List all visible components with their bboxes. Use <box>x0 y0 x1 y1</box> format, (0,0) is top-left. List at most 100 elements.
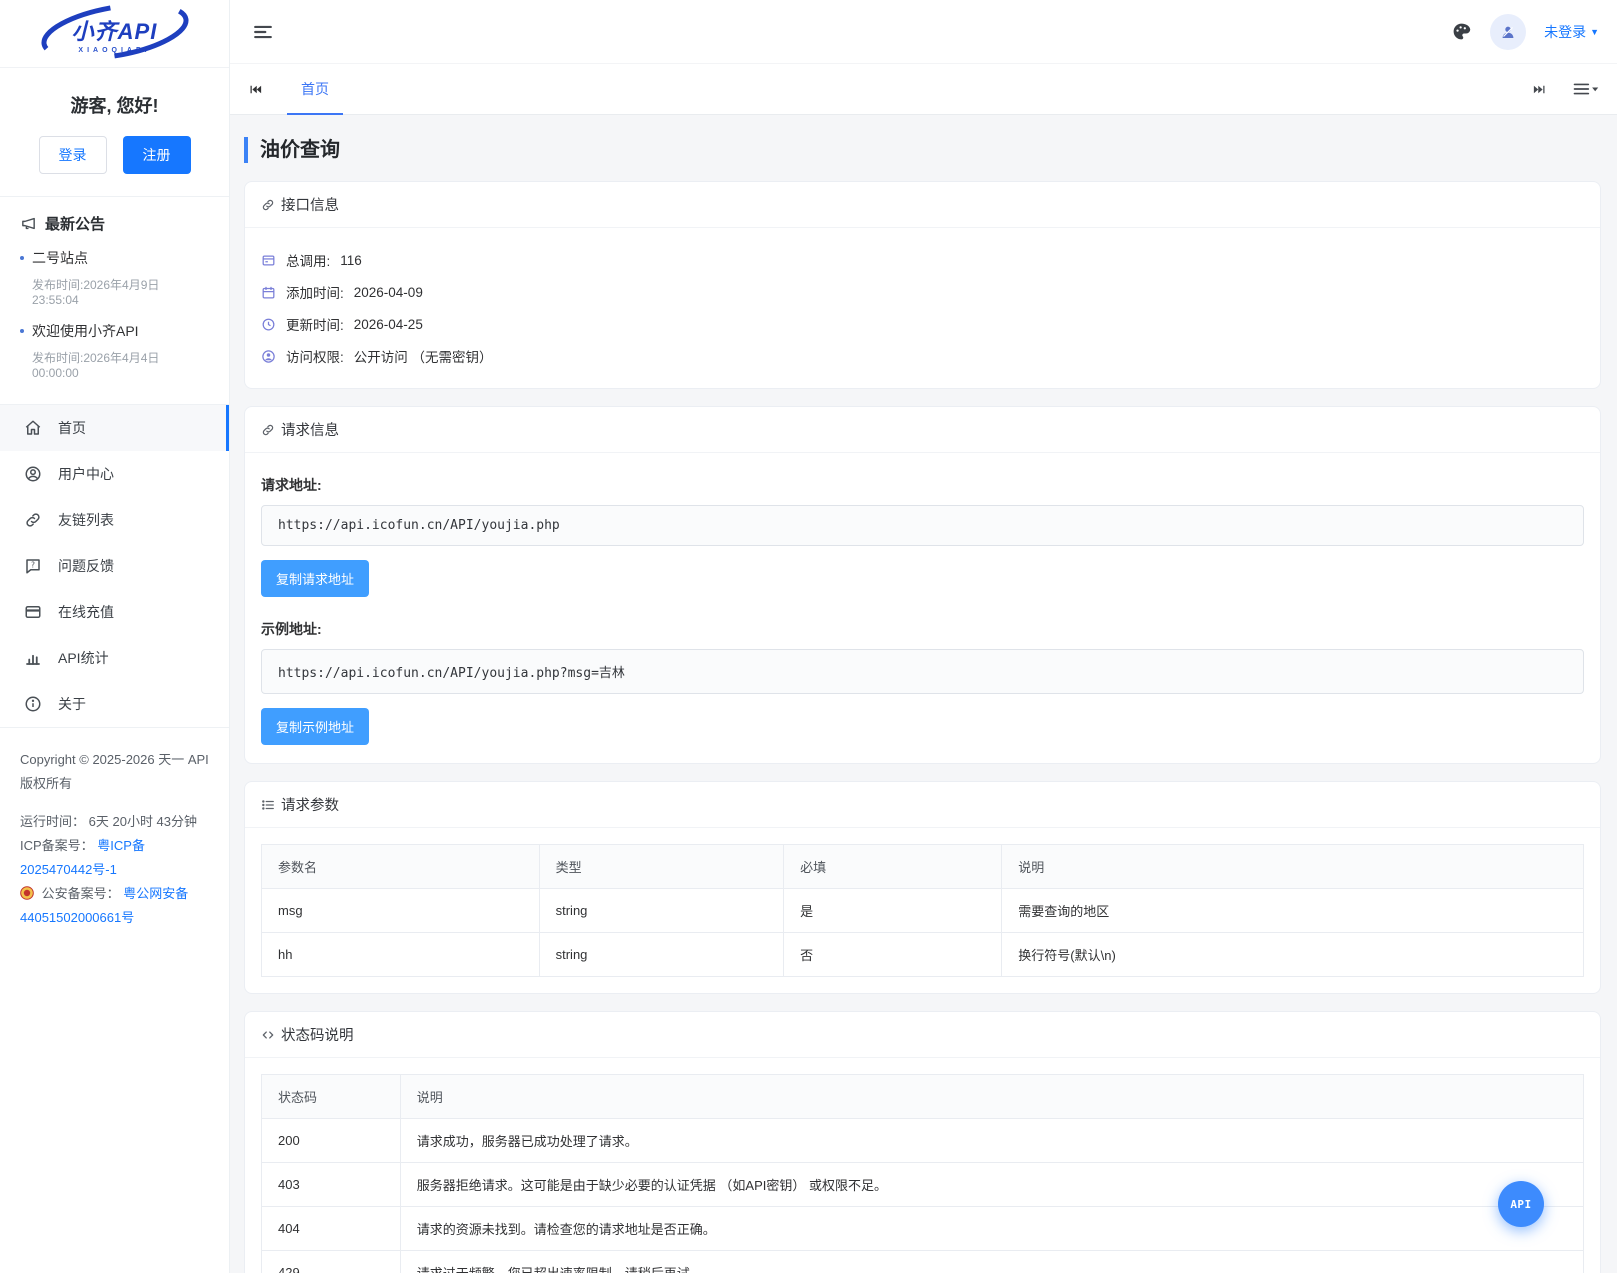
tab-home[interactable]: 首页 <box>287 64 343 115</box>
announcement-item[interactable]: 二号站点 发布时间:2026年4月9日 23:55:04 <box>20 248 209 307</box>
column-header: 状态码 <box>261 1074 401 1119</box>
main-area: 未登录 ▼ 首页 油价查询 接口信息 总调用: 116 添加时间: 2026-0… <box>230 0 1617 1273</box>
announcement-title: 欢迎使用小齐API <box>32 323 139 339</box>
sidebar-nav: 首页 用户中心 友链列表 ? 问题反馈 在线充值 API统计 关于 <box>0 405 229 728</box>
logo[interactable]: 小齐API XIAOQIAPI <box>0 0 229 68</box>
sidebar-item-home[interactable]: 首页 <box>0 405 229 451</box>
status-desc: 请求成功，服务器已成功处理了请求。 <box>399 1118 1585 1163</box>
bullet-dot-icon <box>20 329 24 333</box>
status-code: 200 <box>261 1118 401 1163</box>
sidebar-footer: Copyright © 2025-2026 天一 API 版权所有 运行时间： … <box>0 728 229 950</box>
param-desc: 需要查询的地区 <box>1001 888 1584 933</box>
card-title: 请求信息 <box>281 423 339 439</box>
example-url-value[interactable]: https://api.icofun.cn/API/youjia.php?msg… <box>261 649 1584 694</box>
avatar-person-icon <box>1502 26 1514 38</box>
announcement-time: 发布时间:2026年4月9日 23:55:04 <box>32 278 160 307</box>
scroll-tabs-left-button[interactable] <box>248 82 263 97</box>
status-desc: 服务器拒绝请求。这可能是由于缺少必要的认证凭据 （如API密钥） 或权限不足。 <box>399 1162 1585 1207</box>
sidebar-item-label: API统计 <box>58 650 109 666</box>
status-code: 429 <box>261 1250 401 1273</box>
login-status-text: 未登录 <box>1544 23 1587 40</box>
theme-toggle-button[interactable] <box>1451 21 1472 42</box>
bullet-dot-icon <box>20 256 24 260</box>
tab-label: 首页 <box>301 81 329 97</box>
top-bar: 未登录 ▼ <box>230 0 1617 64</box>
sidebar-item-feedback[interactable]: ? 问题反馈 <box>0 543 229 589</box>
announcement-title: 二号站点 <box>32 250 88 266</box>
column-header: 参数名 <box>261 844 540 889</box>
greeting-text: 游客, 您好! <box>70 96 159 116</box>
sidebar-item-label: 问题反馈 <box>58 558 114 574</box>
copy-request-url-button[interactable]: 复制请求地址 <box>261 560 370 597</box>
app-root: 小齐API XIAOQIAPI 游客, 您好! 登录 注册 最新公告 二号站点 … <box>0 0 1617 1273</box>
announcements-title: 最新公告 <box>45 216 106 233</box>
request-url-label: 请求地址: <box>261 477 322 493</box>
register-button[interactable]: 注册 <box>122 136 191 174</box>
sidebar-item-recharge[interactable]: 在线充值 <box>0 589 229 635</box>
card-title: 请求参数 <box>281 798 339 814</box>
feedback-icon: ? <box>24 557 42 575</box>
avatar[interactable] <box>1490 13 1527 50</box>
logo-text: 小齐API <box>71 18 158 44</box>
param-desc: 换行符号(默认\n) <box>1001 932 1584 977</box>
announcement-time: 发布时间:2026年4月4日 00:00:00 <box>32 351 160 380</box>
page-title: 油价查询 <box>244 137 1601 163</box>
sidebar-item-about[interactable]: 关于 <box>0 681 229 727</box>
link-icon <box>261 423 275 437</box>
login-status-dropdown[interactable]: 未登录 ▼ <box>1544 22 1599 42</box>
hamburger-icon <box>254 25 272 38</box>
bar-chart-icon <box>24 649 42 667</box>
skip-forward-icon <box>1533 85 1545 93</box>
sidebar-item-label: 在线充值 <box>58 604 114 620</box>
column-header: 必填 <box>783 844 1003 889</box>
example-url-label: 示例地址: <box>261 621 322 637</box>
table-row: msg string 是 需要查询的地区 <box>261 888 1584 933</box>
request-url-value[interactable]: https://api.icofun.cn/API/youjia.php <box>261 505 1584 546</box>
api-floating-button[interactable]: API <box>1498 1181 1544 1227</box>
sidebar-item-friend-links[interactable]: 友链列表 <box>0 497 229 543</box>
info-row: 添加时间: 2026-04-09 <box>261 276 1584 308</box>
status-desc: 请求过于频繁。您已超出速率限制，请稍后再试。 <box>399 1250 1585 1273</box>
chevron-down-icon: ▼ <box>1590 26 1599 37</box>
police-label: 公安备案号： <box>41 886 120 902</box>
request-info-card: 请求信息 请求地址: https://api.icofun.cn/API/you… <box>244 406 1601 764</box>
info-row: 总调用: 116 <box>261 244 1584 276</box>
announcement-item[interactable]: 欢迎使用小齐API 发布时间:2026年4月4日 00:00:00 <box>20 321 209 380</box>
code-icon <box>261 1028 275 1042</box>
announcements: 最新公告 二号站点 发布时间:2026年4月9日 23:55:04 欢迎使用小齐… <box>0 197 229 405</box>
info-label: 总调用: <box>286 254 331 269</box>
table-row: 403 服务器拒绝请求。这可能是由于缺少必要的认证凭据 （如API密钥） 或权限… <box>261 1162 1585 1207</box>
param-required: 是 <box>783 888 1003 933</box>
status-codes-table: 状态码 说明 200 请求成功，服务器已成功处理了请求。 403 服务器拒绝请求… <box>261 1074 1585 1273</box>
sidebar-item-api-stats[interactable]: API统计 <box>0 635 229 681</box>
request-params-card: 请求参数 参数名 类型 必填 说明 msg string 是 需要查询的地区 h… <box>244 781 1601 994</box>
logo-subtext: XIAOQIAPI <box>78 46 151 54</box>
info-label: 访问权限: <box>286 350 344 365</box>
logo-stack: 小齐API XIAOQIAPI <box>40 1 189 61</box>
scroll-tabs-right-button[interactable] <box>1532 82 1547 97</box>
tab-bar: 首页 <box>230 64 1617 115</box>
copy-example-url-button[interactable]: 复制示例地址 <box>261 708 370 745</box>
sidebar-toggle-button[interactable] <box>252 21 274 43</box>
login-button[interactable]: 登录 <box>38 136 107 174</box>
info-row: 更新时间: 2026-04-25 <box>261 308 1584 340</box>
params-table: 参数名 类型 必填 说明 msg string 是 需要查询的地区 hh str… <box>261 844 1584 977</box>
table-row: 404 请求的资源未找到。请检查您的请求地址是否正确。 <box>261 1206 1585 1251</box>
table-row: 429 请求过于频繁。您已超出速率限制，请稍后再试。 <box>261 1250 1585 1273</box>
api-info-card: 接口信息 总调用: 116 添加时间: 2026-04-09 更新时间: 202… <box>244 181 1601 389</box>
tab-options-menu-button[interactable] <box>1573 81 1599 97</box>
table-row: hh string 否 换行符号(默认\n) <box>261 932 1584 977</box>
link-icon <box>24 511 42 529</box>
calendar-icon <box>261 285 276 300</box>
column-header: 说明 <box>1001 844 1584 889</box>
sidebar-item-user-center[interactable]: 用户中心 <box>0 451 229 497</box>
credit-card-icon <box>24 603 42 621</box>
page-content: 油价查询 接口信息 总调用: 116 添加时间: 2026-04-09 更新时间… <box>230 115 1617 1273</box>
status-codes-card: 状态码说明 状态码 说明 200 请求成功，服务器已成功处理了请求。 403 服… <box>244 1011 1601 1273</box>
info-row: 访问权限: 公开访问 （无需密钥） <box>261 340 1584 372</box>
police-badge-icon <box>20 886 34 901</box>
clock-icon <box>261 317 276 332</box>
info-value: 公开访问 （无需密钥） <box>353 350 493 365</box>
user-icon <box>24 465 42 483</box>
uptime-label: 运行时间： <box>20 814 86 830</box>
